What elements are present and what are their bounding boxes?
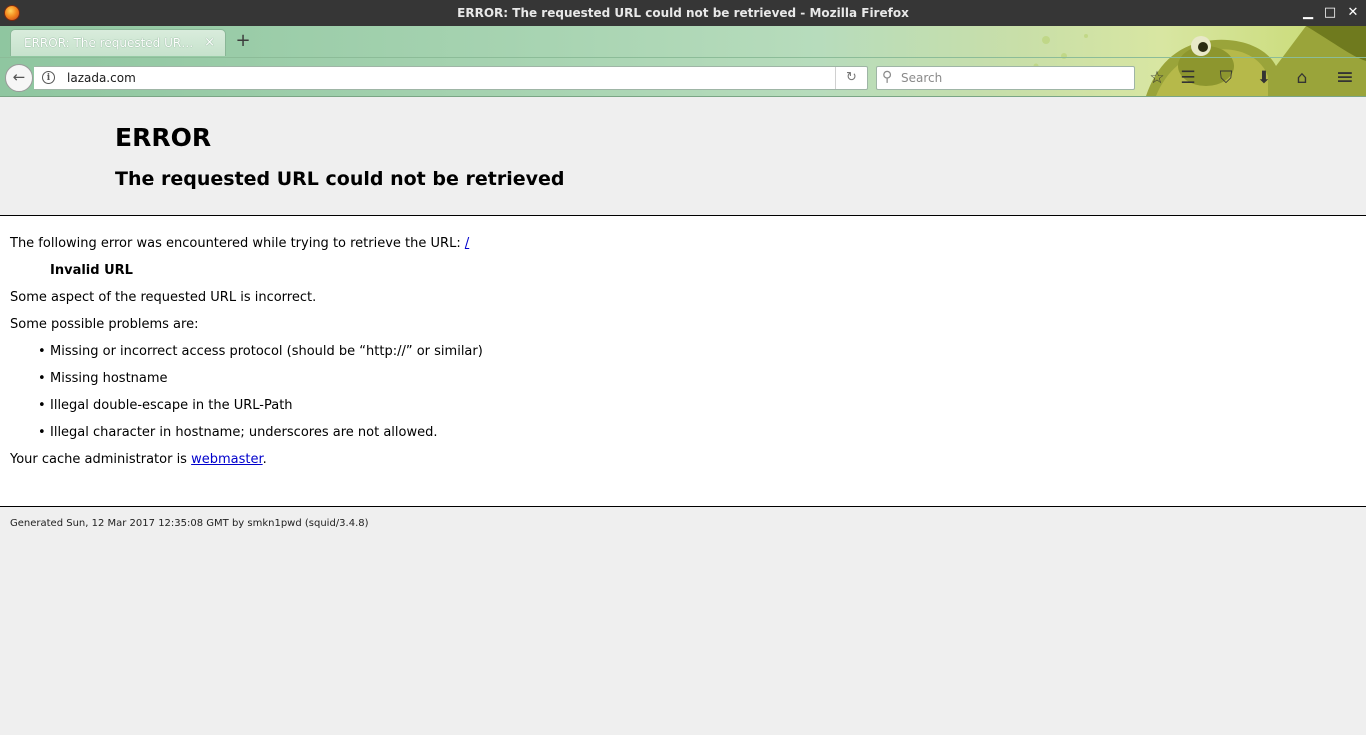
requested-url-link[interactable]: /	[465, 236, 469, 251]
bullet-icon: •	[38, 344, 46, 359]
back-button[interactable]: ←	[5, 64, 33, 92]
tab-label: ERROR: The requested URL c...	[24, 36, 194, 50]
problem-text: Illegal character in hostname; underscor…	[50, 425, 438, 440]
error-name: Invalid URL	[50, 263, 133, 278]
home-icon[interactable]: ⌂	[1290, 67, 1314, 89]
problem-text: Missing hostname	[50, 371, 168, 386]
page-content: ERROR The requested URL could not be ret…	[0, 97, 1366, 735]
tab-close-icon[interactable]: ×	[204, 35, 215, 50]
navigation-bar: ← i lazada.com ↻ ⚲ ☆ ☰ ⛉ ⬇ ⌂ ≡	[0, 57, 1366, 96]
admin-text: Your cache administrator is webmaster.	[10, 452, 267, 467]
intro-text: The following error was encountered whil…	[10, 236, 469, 251]
minimize-button[interactable]: ▁	[1298, 3, 1318, 23]
menu-icon[interactable]: ≡	[1333, 67, 1357, 89]
list-item: • Missing or incorrect access protocol (s…	[38, 344, 483, 359]
library-icon[interactable]: ☰	[1176, 67, 1200, 89]
list-item: • Illegal character in hostname; undersco…	[38, 425, 437, 440]
problem-text: Illegal double-escape in the URL-Path	[50, 398, 293, 413]
search-icon: ⚲	[882, 69, 893, 85]
url-text[interactable]: lazada.com	[67, 71, 136, 85]
window-titlebar: ERROR: The requested URL could not be re…	[0, 0, 1366, 26]
list-item: • Missing hostname	[38, 371, 168, 386]
error-heading: ERROR	[115, 123, 212, 152]
admin-suffix: .	[262, 452, 267, 467]
window-title: ERROR: The requested URL could not be re…	[457, 6, 909, 20]
pocket-icon[interactable]: ⛉	[1214, 67, 1238, 89]
bullet-icon: •	[38, 398, 46, 413]
problem-text: Missing or incorrect access protocol (sh…	[50, 344, 483, 359]
error-body: The following error was encountered whil…	[0, 216, 1366, 507]
search-input[interactable]	[899, 69, 1129, 87]
admin-prefix: Your cache administrator is	[10, 452, 192, 467]
reload-button[interactable]: ↻	[835, 67, 867, 89]
error-header: ERROR The requested URL could not be ret…	[0, 97, 1366, 216]
problems-intro: Some possible problems are:	[10, 317, 199, 332]
error-subheading: The requested URL could not be retrieved	[115, 168, 565, 190]
intro-label: The following error was encountered whil…	[10, 236, 465, 251]
bullet-icon: •	[38, 425, 46, 440]
maximize-button[interactable]: □	[1320, 3, 1340, 23]
bullet-icon: •	[38, 371, 46, 386]
site-info-icon[interactable]: i	[42, 71, 55, 84]
list-item: • Illegal double-escape in the URL-Path	[38, 398, 293, 413]
url-bar[interactable]: i lazada.com ↻	[34, 66, 868, 90]
search-bar[interactable]: ⚲	[876, 66, 1135, 90]
webmaster-link[interactable]: webmaster	[191, 452, 263, 467]
new-tab-button[interactable]: +	[233, 32, 253, 52]
aspect-text: Some aspect of the requested URL is inco…	[10, 290, 317, 305]
download-icon[interactable]: ⬇	[1252, 67, 1276, 89]
generated-footer: Generated Sun, 12 Mar 2017 12:35:08 GMT …	[10, 518, 369, 529]
close-window-button[interactable]: ✕	[1343, 3, 1363, 23]
browser-toolbar: ERROR: The requested URL c... × + ← i la…	[0, 26, 1366, 96]
tab-active[interactable]: ERROR: The requested URL c... ×	[10, 29, 226, 56]
bookmark-star-icon[interactable]: ☆	[1145, 67, 1169, 89]
